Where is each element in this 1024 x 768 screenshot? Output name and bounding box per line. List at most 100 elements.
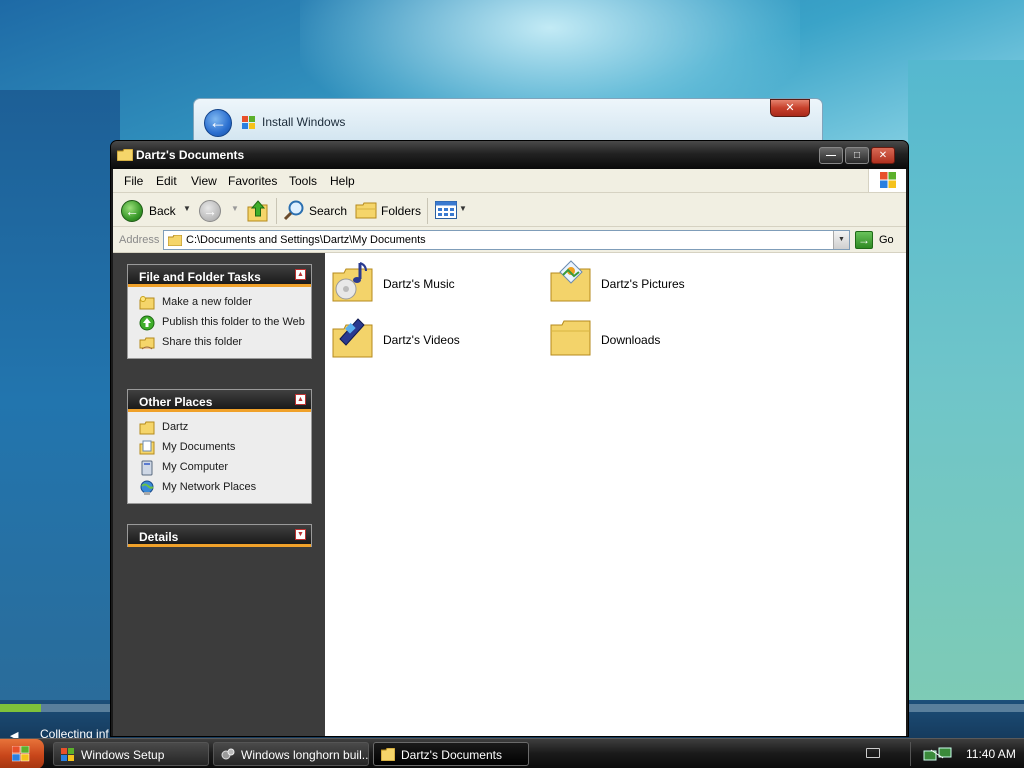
network-icon[interactable] (923, 746, 953, 762)
panel-title: Details (139, 530, 179, 544)
place-label[interactable]: Dartz (162, 421, 188, 433)
place-label[interactable]: My Documents (162, 441, 235, 453)
minimize-button[interactable]: — (819, 147, 843, 164)
windows-flag-icon (61, 748, 74, 761)
task-label[interactable]: Share this folder (162, 336, 242, 348)
expand-icon[interactable]: ▼ (295, 529, 306, 540)
taskbar-button-label: Windows longhorn buil... (241, 748, 369, 762)
place-label[interactable]: My Computer (162, 461, 228, 473)
back-dropdown-icon[interactable]: ▼ (183, 204, 191, 213)
task-pane: File and Folder Tasks ▲ Make a new folde… (113, 253, 325, 736)
taskbar-button-dartz-documents[interactable]: Dartz's Documents (373, 742, 529, 766)
music-folder-icon (332, 262, 373, 302)
menu-favorites[interactable]: Favorites (228, 174, 277, 188)
clock[interactable]: 11:40 AM (966, 747, 1016, 761)
taskbar: Windows Setup Windows longhorn buil... D… (0, 738, 1024, 768)
menu-help[interactable]: Help (330, 174, 355, 188)
other-places-panel: Other Places ▲ Dartz My Documents My Com… (127, 389, 312, 504)
standard-toolbar: ← Back ▼ → ▼ Search Folders ▼ (113, 193, 906, 227)
folder-item-downloads[interactable]: Downloads (548, 315, 748, 363)
folders-icon[interactable] (355, 201, 377, 219)
folder-item-pictures[interactable]: Dartz's Pictures (548, 259, 748, 307)
task-share-folder[interactable]: Share this folder (128, 333, 311, 353)
menu-bar: File Edit View Favorites Tools Help (113, 169, 906, 193)
folders-button-label[interactable]: Folders (381, 204, 421, 218)
explorer-window: Dartz's Documents — □ ✕ File Edit View F… (110, 140, 909, 737)
folder-item-music[interactable]: Dartz's Music (330, 259, 530, 307)
place-my-documents[interactable]: My Documents (128, 438, 311, 458)
maximize-button[interactable]: □ (845, 147, 869, 164)
network-places-icon (140, 480, 154, 495)
panel-header[interactable]: Other Places ▲ (128, 390, 311, 412)
address-field[interactable]: C:\Documents and Settings\Dartz\My Docum… (163, 230, 850, 250)
place-label[interactable]: My Network Places (162, 481, 256, 493)
setup-back-button[interactable]: ← (204, 109, 232, 137)
menu-file[interactable]: File (124, 174, 143, 188)
share-folder-icon (139, 337, 155, 350)
taskbar-button-label: Dartz's Documents (401, 748, 502, 762)
panel-title: File and Folder Tasks (139, 270, 261, 284)
views-icon[interactable] (435, 201, 457, 219)
close-button[interactable]: ✕ (871, 147, 895, 164)
place-my-computer[interactable]: My Computer (128, 458, 311, 478)
forward-dropdown-icon[interactable]: ▼ (231, 204, 239, 213)
panel-header[interactable]: Details ▼ (128, 525, 311, 547)
task-label[interactable]: Make a new folder (162, 296, 252, 308)
windows-flag-icon (12, 746, 30, 762)
menu-view[interactable]: View (191, 174, 217, 188)
window-title: Dartz's Documents (136, 148, 245, 162)
setup-close-button[interactable]: ✕ (770, 99, 810, 117)
file-folder-tasks-panel: File and Folder Tasks ▲ Make a new folde… (127, 264, 312, 359)
task-label[interactable]: Publish this folder to the Web (162, 316, 305, 328)
toolbar-separator (427, 198, 428, 224)
desktop-background-right (908, 60, 1024, 710)
title-bar[interactable]: Dartz's Documents — □ ✕ (111, 141, 908, 169)
panel-title: Other Places (139, 395, 213, 409)
views-dropdown-icon[interactable]: ▼ (459, 204, 467, 213)
my-documents-icon (139, 440, 155, 455)
collapse-icon[interactable]: ▲ (295, 269, 306, 280)
gears-icon (221, 748, 235, 760)
place-my-network-places[interactable]: My Network Places (128, 478, 311, 498)
back-arrow-icon[interactable]: ← (121, 200, 143, 222)
up-folder-icon[interactable] (247, 199, 269, 223)
folder-item-videos[interactable]: Dartz's Videos (330, 315, 530, 363)
search-icon[interactable] (283, 199, 305, 221)
address-dropdown-icon[interactable]: ▼ (833, 231, 849, 249)
address-path[interactable]: C:\Documents and Settings\Dartz\My Docum… (186, 234, 426, 246)
search-button-label[interactable]: Search (309, 204, 347, 218)
notification-area: 11:40 AM (910, 742, 1024, 766)
folder-name[interactable]: Downloads (601, 333, 660, 347)
task-publish-folder[interactable]: Publish this folder to the Web (128, 313, 311, 333)
task-make-new-folder[interactable]: Make a new folder (128, 293, 311, 313)
pictures-folder-icon (550, 260, 591, 302)
videos-folder-icon (332, 318, 373, 358)
menu-tools[interactable]: Tools (289, 174, 317, 188)
collapse-icon[interactable]: ▲ (295, 394, 306, 405)
start-button[interactable] (0, 739, 44, 768)
folder-name[interactable]: Dartz's Music (383, 277, 455, 291)
folder-icon (381, 748, 395, 761)
forward-arrow-icon[interactable]: → (199, 200, 221, 222)
publish-globe-icon (139, 315, 155, 331)
place-dartz[interactable]: Dartz (128, 418, 311, 438)
go-arrow-icon[interactable]: → (855, 231, 873, 249)
go-button-label[interactable]: Go (879, 234, 894, 246)
my-computer-icon (141, 460, 153, 476)
details-panel: Details ▼ (127, 524, 312, 547)
folder-icon (168, 235, 182, 246)
folder-icon (117, 149, 133, 161)
file-list-view: Dartz's Music Dartz's Pictures Dartz's V… (325, 253, 906, 736)
keyboard-icon[interactable] (866, 748, 880, 758)
folder-name[interactable]: Dartz's Videos (383, 333, 460, 347)
taskbar-button-windows-longhorn[interactable]: Windows longhorn buil... (213, 742, 369, 766)
taskbar-button-windows-setup[interactable]: Windows Setup (53, 742, 209, 766)
windows-logo-box (868, 169, 906, 192)
folder-name[interactable]: Dartz's Pictures (601, 277, 685, 291)
back-button-label[interactable]: Back (149, 204, 176, 218)
address-bar: Address C:\Documents and Settings\Dartz\… (113, 227, 906, 253)
address-label: Address (119, 234, 160, 246)
new-folder-icon (139, 296, 155, 310)
menu-edit[interactable]: Edit (156, 174, 177, 188)
panel-header[interactable]: File and Folder Tasks ▲ (128, 265, 311, 287)
